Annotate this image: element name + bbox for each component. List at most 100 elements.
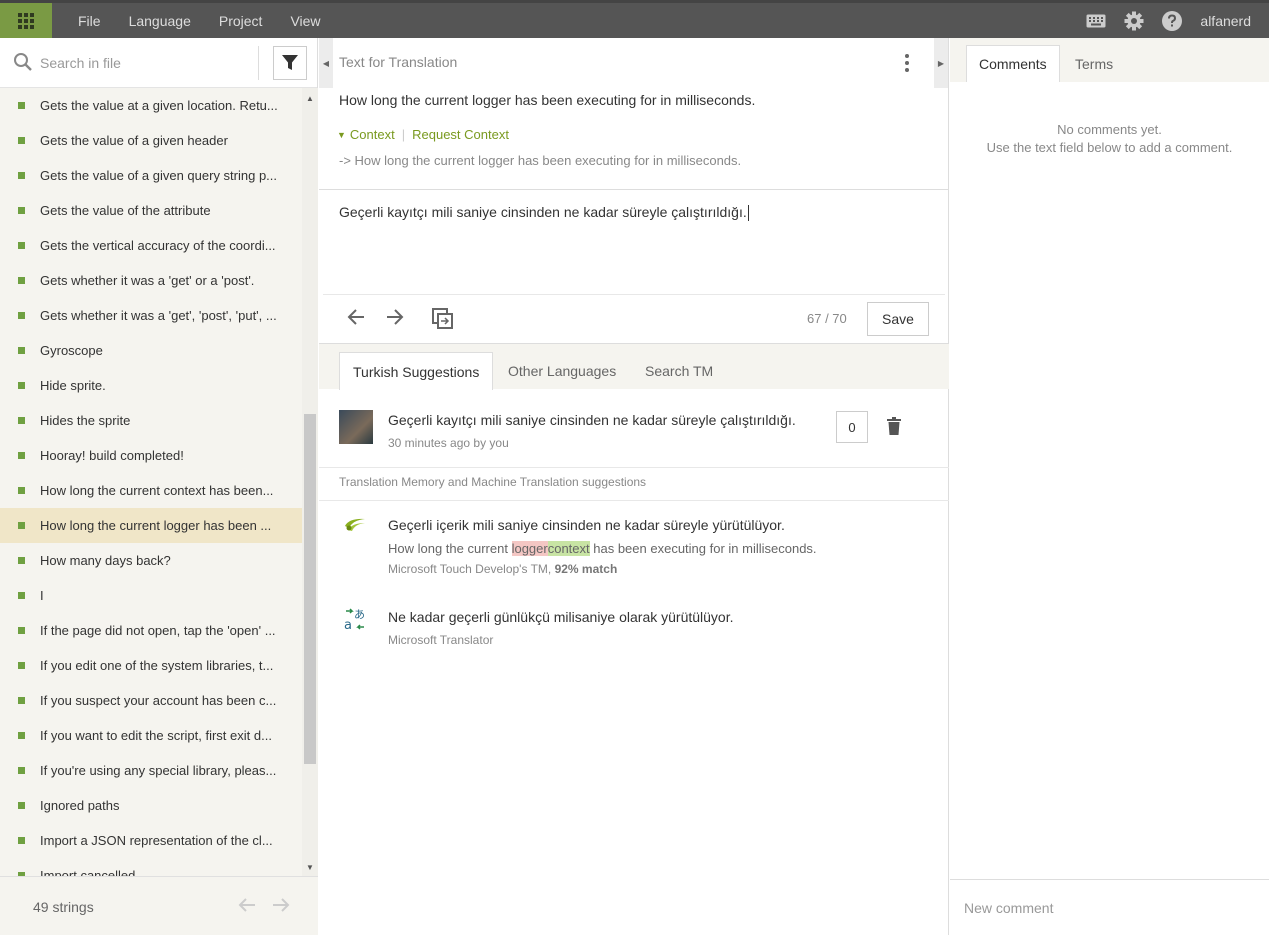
list-item[interactable]: How long the current context has been... [0,473,302,508]
list-item[interactable]: If you want to edit the script, first ex… [0,718,302,753]
tab-other-languages[interactable]: Other Languages [495,352,629,390]
status-dot [18,207,25,214]
editor-panel: ◀ ▶ Text for Translation How long the cu… [319,38,949,935]
status-dot [18,627,25,634]
list-item[interactable]: Hides the sprite [0,403,302,438]
svg-text:a: a [344,618,352,631]
user-name[interactable]: alfanerd [1200,13,1251,29]
triangle-down-icon[interactable]: ▼ [337,130,346,140]
collapse-right-icon[interactable]: ▶ [934,38,948,88]
comments-panel: Comments Terms No comments yet. Use the … [950,38,1269,935]
status-dot [18,347,25,354]
list-item[interactable]: Gets the value of the attribute [0,193,302,228]
status-dot [18,557,25,564]
menu-file[interactable]: File [64,13,115,29]
top-right-tools: alfanerd [1086,3,1251,38]
arrow-right-icon[interactable] [271,897,291,918]
list-item[interactable]: Gets the value of a given header [0,123,302,158]
status-dot [18,592,25,599]
list-scrollbar[interactable]: ▲ ▼ [302,88,318,876]
trash-icon[interactable] [887,417,901,440]
grid-icon [18,12,34,29]
arrow-left-icon[interactable] [237,897,257,918]
search-divider [258,46,259,80]
translation-textarea[interactable]: Geçerli kayıtçı mili saniye cinsinden ne… [339,204,749,222]
list-item[interactable]: How many days back? [0,543,302,578]
list-footer: 49 strings [0,876,318,935]
scroll-up-icon[interactable]: ▲ [306,94,314,103]
text-caret [747,205,749,222]
filter-button[interactable] [273,46,307,80]
list-item[interactable]: Import cancelled. [0,858,302,876]
request-context-link[interactable]: Request Context [412,127,509,142]
suggestion-row[interactable]: Geçerli kayıtçı mili saniye cinsinden ne… [319,389,949,468]
list-item[interactable]: Hooray! build completed! [0,438,302,473]
list-item[interactable]: Gyroscope [0,333,302,368]
translation-value: Geçerli kayıtçı mili saniye cinsinden ne… [339,204,747,220]
divider [323,294,945,295]
collapse-left-icon[interactable]: ◀ [319,38,333,88]
menu-project[interactable]: Project [205,13,277,29]
scroll-down-icon[interactable]: ▼ [306,863,314,872]
tab-turkish-suggestions[interactable]: Turkish Suggestions [339,352,494,390]
list-item[interactable]: If you suspect your account has been c..… [0,683,302,718]
status-dot [18,137,25,144]
status-dot [18,417,25,424]
list-item[interactable]: Gets the value at a given location. Retu… [0,88,302,123]
list-item[interactable]: I [0,578,302,613]
list-item[interactable]: Ignored paths [0,788,302,823]
list-item[interactable]: Gets whether it was a 'get', 'post', 'pu… [0,298,302,333]
suggestion-text: Geçerli kayıtçı mili saniye cinsinden ne… [388,412,796,428]
comments-tabs: Comments Terms [950,38,1269,82]
status-dot [18,697,25,704]
vote-count-button[interactable]: 0 [836,411,868,443]
save-button[interactable]: Save [867,302,929,336]
top-bar: File Language Project View alfanerd [0,0,1269,38]
tm-source-diff: How long the current loggercontext has b… [388,541,817,556]
new-comment-input[interactable] [964,894,1254,922]
strings-list: Gets the value at a given location. Retu… [0,88,302,876]
tab-search-tm[interactable]: Search TM [632,352,726,390]
tm-match-percent: 92% match [554,562,618,576]
status-dot [18,487,25,494]
editor-toolbar: 67 / 70 Save [319,296,949,342]
list-item[interactable]: Hide sprite. [0,368,302,403]
list-item[interactable]: If you edit one of the system libraries,… [0,648,302,683]
context-toggle[interactable]: Context [350,127,395,142]
more-options-icon[interactable] [904,53,910,78]
list-item-selected[interactable]: How long the current logger has been ... [0,508,302,543]
tab-comments[interactable]: Comments [966,45,1060,82]
context-row: ▼ Context | Request Context [337,127,509,142]
context-separator: | [401,127,406,142]
search-input[interactable] [40,48,255,78]
previous-string-icon[interactable] [346,308,366,331]
status-dot [18,662,25,669]
gear-icon[interactable] [1124,11,1144,31]
list-item[interactable]: If you're using any special library, ple… [0,753,302,788]
status-dot [18,837,25,844]
status-dot [18,767,25,774]
list-item[interactable]: Gets the value of a given query string p… [0,158,302,193]
keyboard-icon[interactable] [1086,14,1106,28]
filter-icon [282,55,298,70]
scroll-thumb[interactable] [304,414,316,764]
status-dot [18,172,25,179]
tm-section-header: Translation Memory and Machine Translati… [339,475,647,489]
list-item[interactable]: Import a JSON representation of the cl..… [0,823,302,858]
tab-terms[interactable]: Terms [1063,45,1125,82]
tm-source-after: has been executing for in milliseconds. [589,541,817,556]
copy-source-icon[interactable] [432,308,454,335]
mt-suggestion-text[interactable]: Ne kadar geçerli günlükçü milisaniye ola… [388,609,734,625]
menu-language[interactable]: Language [115,13,205,29]
list-item[interactable]: Gets the vertical accuracy of the coordi… [0,228,302,263]
help-icon[interactable] [1162,10,1183,31]
search-bar [0,38,317,88]
apps-menu-button[interactable] [0,3,52,38]
menu-view[interactable]: View [276,13,334,29]
avatar [339,410,373,444]
list-item[interactable]: Gets whether it was a 'get' or a 'post'. [0,263,302,298]
list-item[interactable]: If the page did not open, tap the 'open'… [0,613,302,648]
tm-suggestion-text[interactable]: Geçerli içerik mili saniye cinsinden ne … [388,517,785,533]
svg-text:あ: あ [354,608,365,621]
next-string-icon[interactable] [385,308,405,331]
